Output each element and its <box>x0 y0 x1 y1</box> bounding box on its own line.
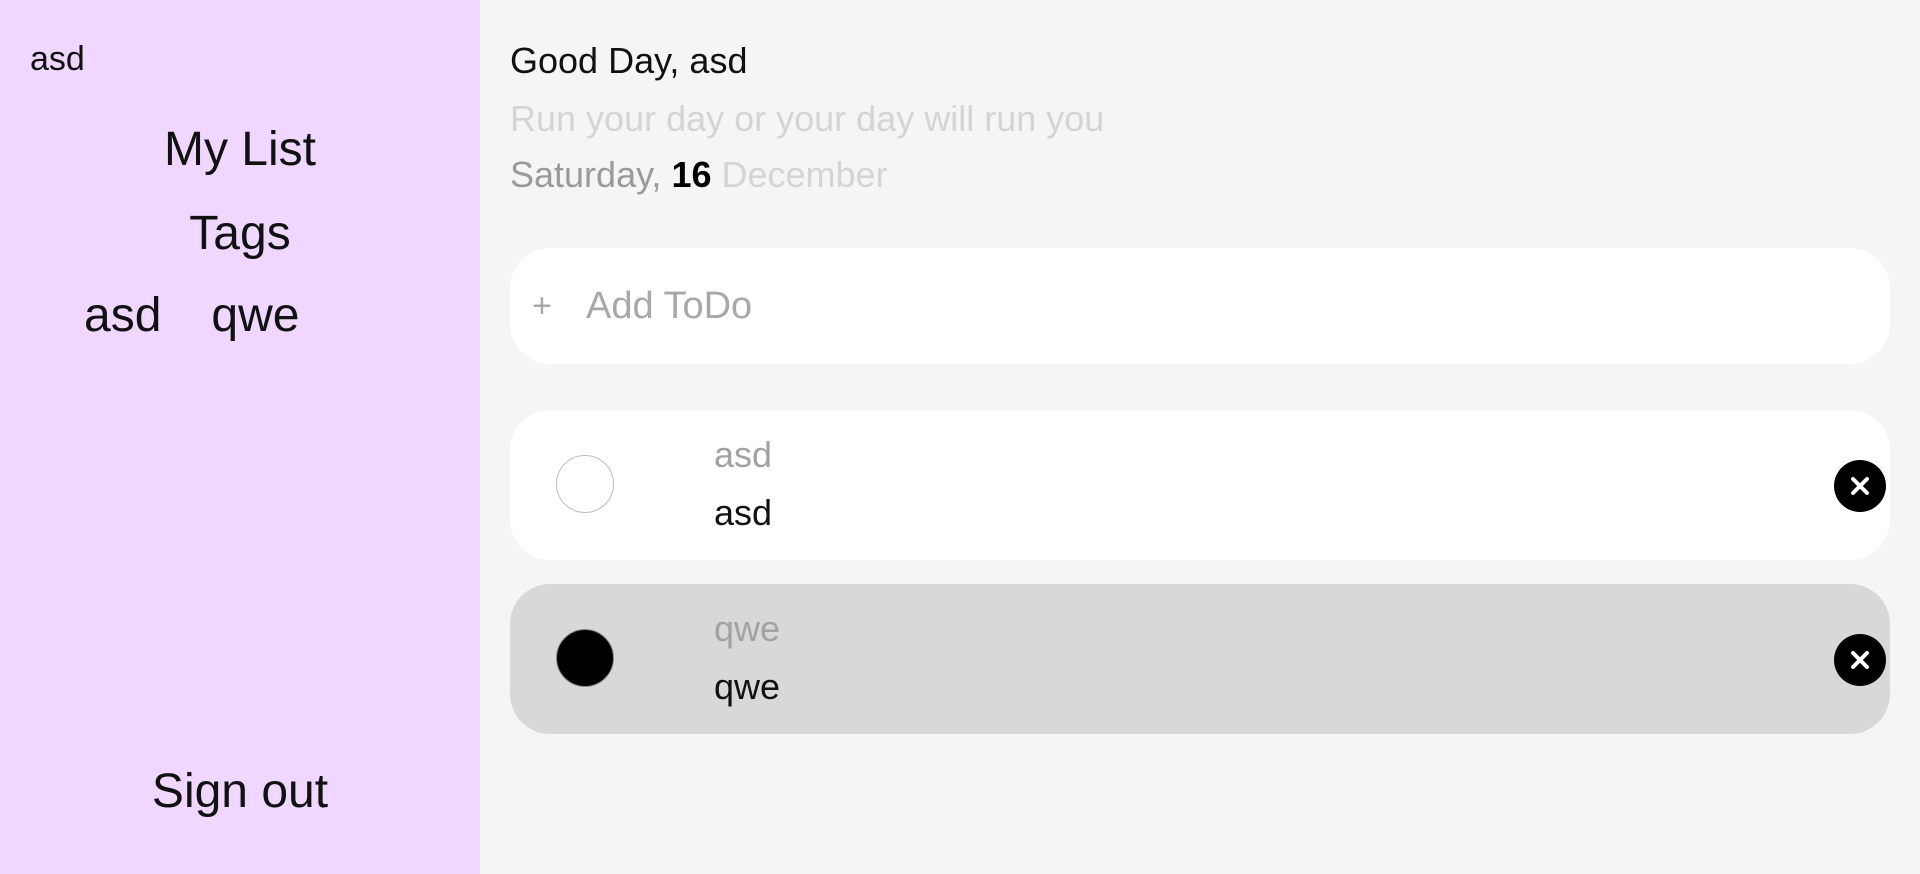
add-todo-input[interactable] <box>584 283 1788 329</box>
greeting-heading: Good Day, asd <box>510 40 748 81</box>
sidebar: asd My List Tags asd qwe Sign out <box>0 0 480 874</box>
close-icon <box>1851 477 1869 495</box>
tag-list: asd qwe <box>84 288 299 343</box>
sidebar-item-my-list[interactable]: My List <box>0 122 480 177</box>
current-date: Saturday, 16 December <box>510 154 888 196</box>
tag-item-qwe[interactable]: qwe <box>211 288 299 343</box>
todo-checkbox[interactable] <box>556 629 614 687</box>
app-root: asd My List Tags asd qwe Sign out Good D… <box>0 0 1920 874</box>
sidebar-item-tags[interactable]: Tags <box>0 206 480 261</box>
todo-description: asd <box>714 492 773 533</box>
motto-text: Run your day or your day will run you <box>510 98 1105 139</box>
delete-todo-button[interactable] <box>1834 460 1886 512</box>
todo-item: asd asd <box>510 410 1890 560</box>
tag-item-asd[interactable]: asd <box>84 288 161 343</box>
main-content: Good Day, asd Run your day or your day w… <box>480 0 1920 874</box>
close-icon <box>1851 651 1869 669</box>
date-day: 16 <box>671 154 712 195</box>
todo-title: asd <box>714 434 773 475</box>
add-todo-bar[interactable]: + <box>510 248 1890 364</box>
todo-item: qwe qwe <box>510 584 1890 734</box>
sidebar-username: asd <box>30 40 85 78</box>
date-month: December <box>721 154 888 195</box>
date-weekday: Saturday, <box>510 154 662 195</box>
delete-todo-button[interactable] <box>1834 634 1886 686</box>
todo-checkbox[interactable] <box>556 455 614 513</box>
todo-description: qwe <box>714 666 781 707</box>
sign-out-button[interactable]: Sign out <box>0 764 480 819</box>
plus-icon[interactable]: + <box>532 287 584 326</box>
todo-title: qwe <box>714 608 781 649</box>
